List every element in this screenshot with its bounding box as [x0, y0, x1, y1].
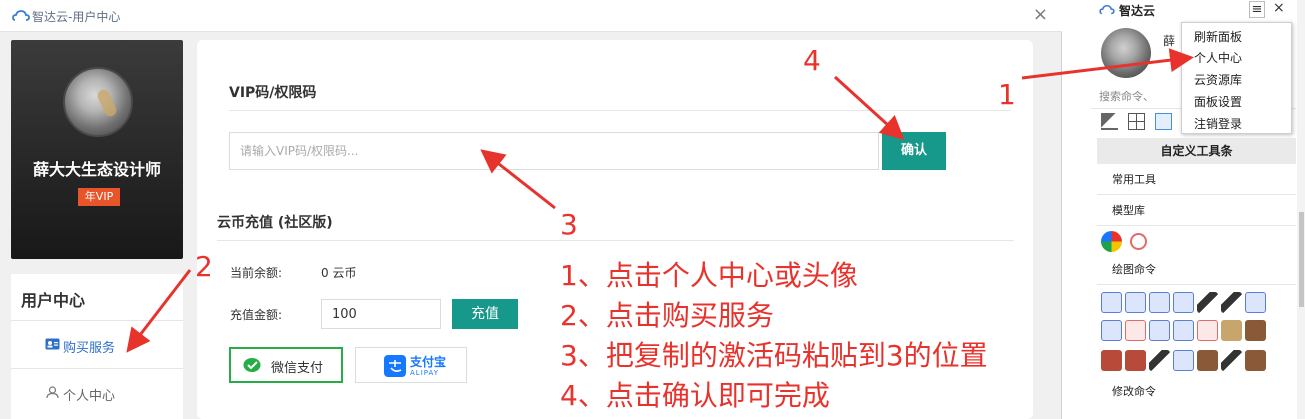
- step-2: 2、点击购买服务: [560, 299, 774, 332]
- nav-item-label: 个人中心: [63, 389, 116, 404]
- avatar[interactable]: [63, 67, 133, 137]
- path-icon[interactable]: [1197, 320, 1218, 341]
- window-title: 智达云-用户中心: [32, 10, 121, 24]
- balance-value: 0 云币: [321, 266, 357, 280]
- balance-label: 当前余额:: [230, 266, 283, 280]
- user-name: 薛大大生态设计师: [32, 160, 161, 179]
- divider: [11, 368, 183, 369]
- confirm-button[interactable]: 确认: [882, 132, 946, 170]
- close-icon[interactable]: ×: [1033, 4, 1048, 25]
- draw-icon-row-1: [1101, 292, 1269, 313]
- scrollbar[interactable]: [1297, 0, 1305, 419]
- dropdown-menu: 刷新面板 个人中心 云资源库 面板设置 注销登录: [1181, 22, 1292, 134]
- pipe-icon[interactable]: [1221, 292, 1242, 313]
- nav-item-label: 购买服务: [63, 341, 116, 356]
- alipay-sub-label: ALIPAY: [410, 369, 440, 377]
- step-1: 1、点击个人中心或头像: [560, 259, 858, 292]
- split-icon[interactable]: [1125, 350, 1146, 371]
- draw-icon-row-2: [1101, 320, 1269, 341]
- alipay-icon: [384, 355, 406, 377]
- menu-icon[interactable]: ≡: [1249, 1, 1265, 18]
- layout-icon[interactable]: [1155, 113, 1173, 130]
- side-avatar[interactable]: [1101, 28, 1151, 78]
- section-draw-commands[interactable]: 绘图命令: [1097, 256, 1296, 285]
- step-4: 4、点击确认即可完成: [560, 379, 830, 412]
- nav-item-personal-center[interactable]: 个人中心: [11, 370, 183, 416]
- tube-icon[interactable]: [1173, 292, 1194, 313]
- alipay-button[interactable]: 支付宝 ALIPAY: [355, 347, 467, 383]
- nav-item-buy-service[interactable]: 购买服务: [11, 322, 183, 368]
- beam-icon[interactable]: [1197, 292, 1218, 313]
- cloud-logo-icon: [1099, 4, 1115, 15]
- download-icon[interactable]: [1101, 350, 1122, 371]
- side-user-name: 薛: [1163, 34, 1176, 48]
- user-center-nav: 用户中心 购买服务 个人中心: [11, 274, 183, 419]
- brush-icon[interactable]: [1101, 113, 1118, 130]
- wechat-pay-label: 微信支付: [271, 361, 324, 376]
- step-3: 3、把复制的激活码粘贴到3的位置: [560, 339, 988, 372]
- cloud-logo-icon: [12, 10, 30, 21]
- side-panel-header: 智达云 ≡ ×: [1091, 0, 1296, 20]
- vip-badge: 年VIP: [78, 188, 120, 206]
- command-search-input[interactable]: 搜索命令、: [1099, 88, 1154, 104]
- side-panel-title: 智达云: [1119, 4, 1156, 18]
- toolbar-title: 自定义工具条: [1097, 138, 1296, 164]
- menu-item-panel-settings[interactable]: 面板设置: [1194, 93, 1242, 110]
- nav-title: 用户中心: [21, 291, 86, 310]
- arch-icon[interactable]: [1149, 350, 1170, 371]
- amount-label: 充值金额:: [230, 308, 283, 322]
- annotation-number-1: 1: [998, 78, 1016, 111]
- section-modify-commands[interactable]: 修改命令: [1097, 378, 1296, 406]
- alipay-label: 支付宝: [410, 355, 447, 369]
- spiral-icon[interactable]: [1130, 233, 1148, 250]
- slab-icon[interactable]: [1173, 350, 1194, 371]
- quick-tools: [1101, 113, 1177, 131]
- instruction-steps: 1、点击个人中心或头像 2、点击购买服务 3、把复制的激活码粘贴到3的位置 4、…: [560, 256, 988, 416]
- section-common-tools[interactable]: 常用工具: [1097, 166, 1296, 195]
- profile-card: 薛大大生态设计师 年VIP: [11, 40, 183, 259]
- annotation-number-4: 4: [803, 44, 821, 77]
- recharge-button[interactable]: 充值: [452, 299, 518, 329]
- rotate-icon[interactable]: [1101, 320, 1122, 341]
- title-bar: 智达云-用户中心 ×: [0, 0, 1062, 32]
- vip-code-input[interactable]: [229, 132, 879, 170]
- amount-input[interactable]: [321, 299, 441, 329]
- member-card-icon: [45, 338, 60, 350]
- scrollbar-thumb[interactable]: [1299, 212, 1304, 307]
- menu-item-refresh[interactable]: 刷新面板: [1194, 28, 1242, 45]
- step-icon[interactable]: [1245, 320, 1266, 341]
- gear-icon[interactable]: [1245, 350, 1266, 371]
- cylinder-icon[interactable]: [1149, 292, 1170, 313]
- stones-icon[interactable]: [1221, 350, 1242, 371]
- user-icon: [46, 386, 59, 398]
- plank-icon[interactable]: [1197, 350, 1218, 371]
- draw-icon-row-3: [1101, 350, 1269, 371]
- 3d-icon[interactable]: [1101, 292, 1122, 313]
- menu-item-logout[interactable]: 注销登录: [1194, 115, 1242, 132]
- branch-icon[interactable]: [1173, 320, 1194, 341]
- divider: [229, 110, 1011, 111]
- model-icon-row: [1101, 231, 1150, 252]
- vip-section-title: VIP码/权限码: [229, 85, 317, 101]
- menu-item-personal-center[interactable]: 个人中心: [1194, 49, 1242, 66]
- section-model-library[interactable]: 模型库: [1097, 197, 1296, 226]
- box-icon[interactable]: [1125, 292, 1146, 313]
- menu-item-cloud-library[interactable]: 云资源库: [1194, 71, 1242, 88]
- no-icon[interactable]: [1125, 320, 1146, 341]
- coin-section-title: 云币充值 (社区版): [217, 215, 333, 231]
- leaf-icon[interactable]: [1221, 320, 1242, 341]
- divider: [217, 240, 1014, 241]
- divider: [11, 320, 183, 321]
- wechat-icon: [243, 358, 261, 372]
- wechat-pay-button[interactable]: 微信支付: [229, 347, 343, 383]
- grid-icon[interactable]: [1128, 113, 1146, 130]
- annotation-number-2: 2: [195, 250, 213, 283]
- stand-icon[interactable]: [1245, 292, 1266, 313]
- annotation-number-3: 3: [560, 208, 578, 241]
- curve-icon[interactable]: [1149, 320, 1170, 341]
- close-icon[interactable]: ×: [1273, 0, 1285, 16]
- color-wheel-icon[interactable]: [1101, 231, 1122, 252]
